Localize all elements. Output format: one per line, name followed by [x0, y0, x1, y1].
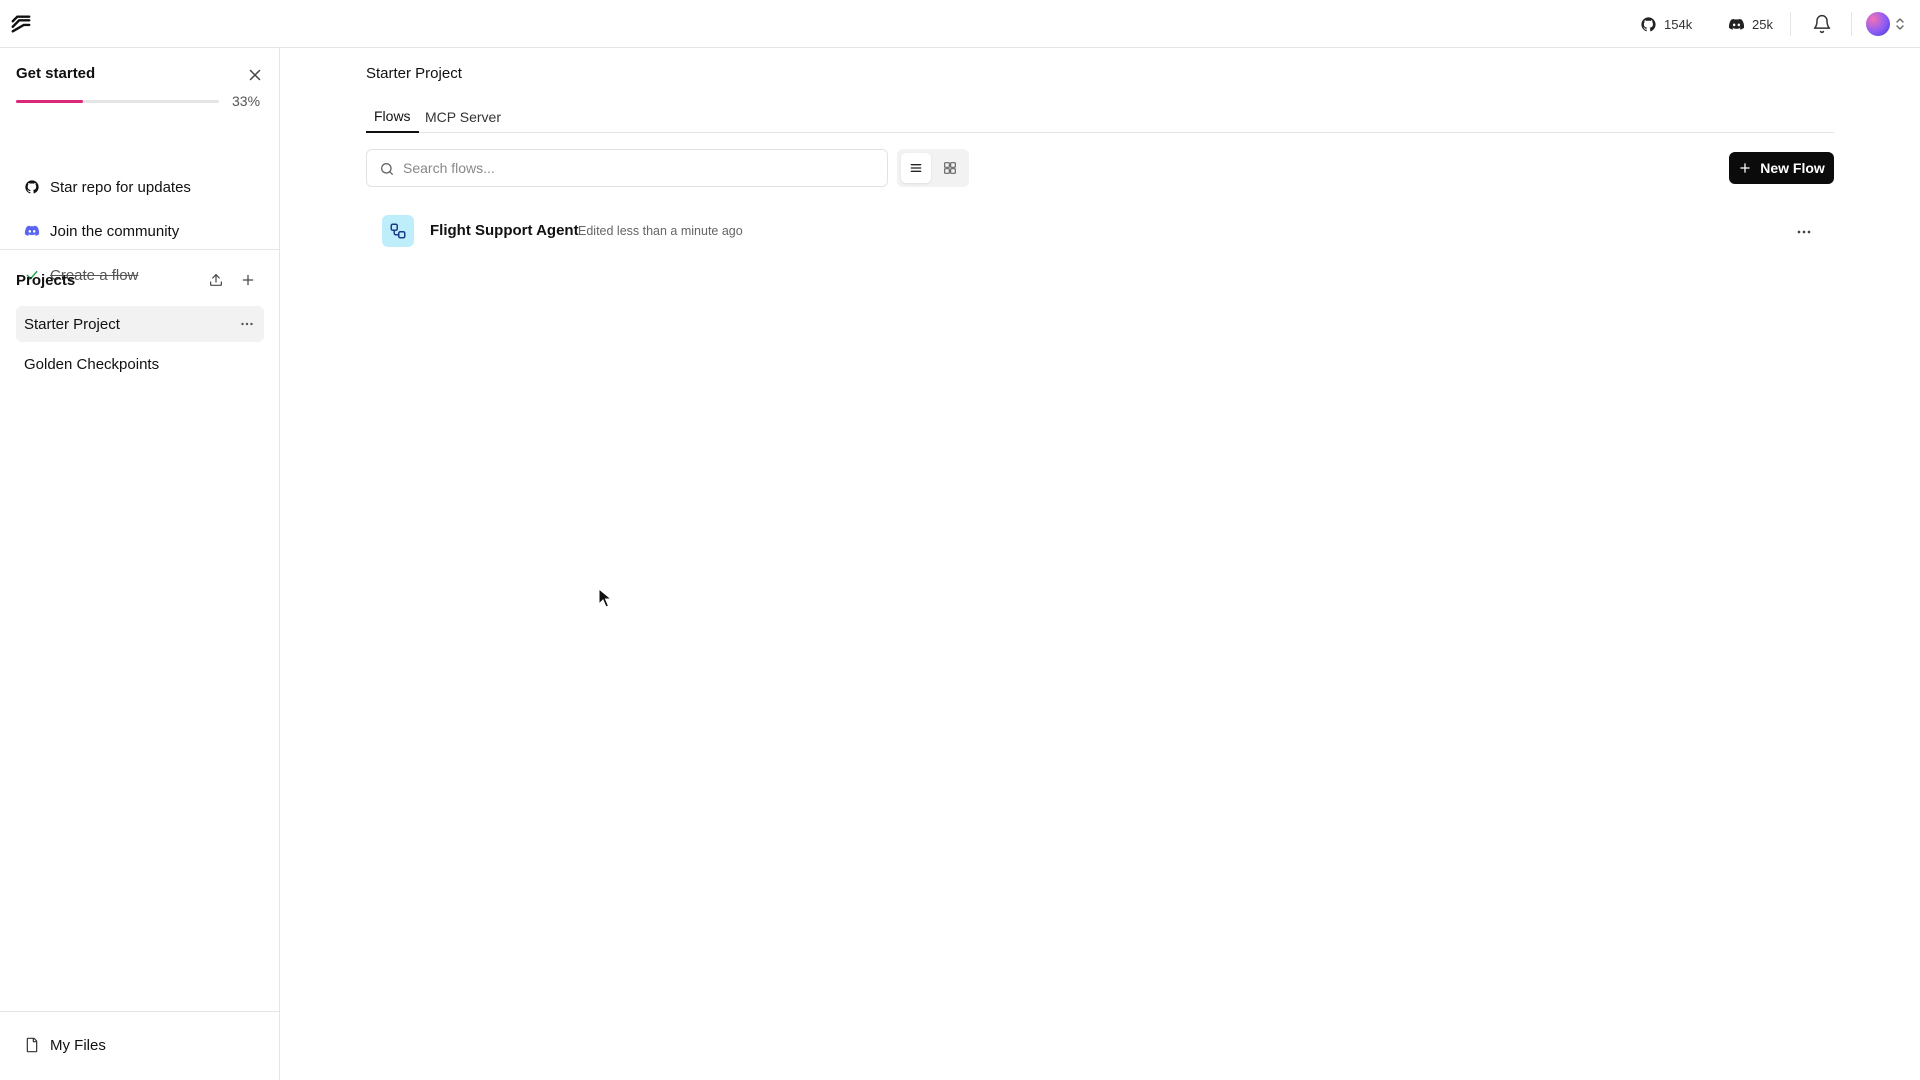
mouse-cursor-icon — [598, 588, 612, 608]
flow-list-item[interactable]: Flight Support Agent Edited less than a … — [366, 208, 1834, 254]
new-flow-button[interactable]: New Flow — [1729, 152, 1834, 184]
close-icon[interactable] — [246, 66, 264, 84]
list-view-button[interactable] — [901, 153, 931, 183]
sidebar-divider — [0, 249, 280, 250]
plus-icon — [1740, 163, 1750, 173]
join-community-label: Join the community — [50, 222, 180, 240]
progress-percent: 33% — [232, 93, 261, 109]
join-community-item[interactable]: Join the community — [16, 215, 264, 247]
discord-icon — [1728, 18, 1745, 30]
file-icon — [26, 1037, 38, 1053]
project-item-label: Starter Project — [24, 315, 120, 333]
grid-view-button[interactable] — [935, 153, 965, 183]
langflow-logo-icon[interactable] — [10, 13, 32, 35]
project-item-golden-checkpoints[interactable]: Golden Checkpoints — [16, 346, 264, 382]
star-repo-item[interactable]: Star repo for updates — [16, 171, 264, 203]
project-item-starter-project[interactable]: Starter Project — [16, 306, 264, 342]
workflow-icon — [390, 223, 406, 239]
upload-icon — [210, 274, 222, 286]
tab-label: MCP Server — [425, 108, 501, 125]
discord-members-button[interactable]: 25k — [1728, 14, 1773, 34]
page-title: Starter Project — [366, 65, 462, 82]
top-bar: 154k 25k — [0, 0, 1920, 48]
search-input[interactable] — [403, 160, 863, 176]
github-icon — [25, 180, 39, 194]
discord-icon — [24, 225, 40, 236]
header-divider — [1851, 12, 1852, 36]
sidebar-footer-divider — [0, 1011, 280, 1012]
add-project-button[interactable] — [237, 269, 259, 291]
search-icon — [381, 163, 393, 175]
upload-project-button[interactable] — [205, 269, 227, 291]
my-files-link[interactable]: My Files — [16, 1029, 106, 1061]
tab-label: Flows — [374, 107, 411, 124]
projects-title: Projects — [16, 272, 76, 289]
github-icon — [1641, 16, 1656, 31]
get-started-title: Get started — [16, 65, 96, 82]
more-horizontal-icon[interactable] — [238, 315, 256, 333]
view-toggle — [897, 149, 969, 187]
get-started-progress-bar — [16, 100, 219, 103]
user-avatar[interactable] — [1866, 12, 1890, 36]
github-stars-count: 154k — [1664, 16, 1693, 32]
discord-members-count: 25k — [1752, 16, 1773, 32]
tab-bar: Flows MCP Server — [366, 100, 1834, 133]
my-files-label: My Files — [50, 1036, 106, 1054]
progress-fill — [16, 100, 83, 103]
project-item-label: Golden Checkpoints — [24, 355, 160, 373]
bell-icon[interactable] — [1812, 14, 1832, 34]
new-flow-label: New Flow — [1760, 160, 1825, 176]
more-horizontal-icon[interactable] — [1794, 222, 1814, 242]
flow-edited-time: Edited less than a minute ago — [578, 224, 743, 238]
list-icon — [910, 164, 922, 172]
header-divider — [1790, 12, 1791, 36]
chevron-up-down-icon[interactable] — [1894, 16, 1906, 32]
github-stars-button[interactable]: 154k — [1640, 14, 1692, 34]
tab-mcp-server[interactable]: MCP Server — [417, 100, 509, 133]
flow-name: Flight Support Agent — [430, 222, 579, 239]
plus-icon — [242, 274, 254, 286]
star-repo-label: Star repo for updates — [50, 178, 191, 196]
flow-icon — [382, 215, 414, 247]
search-box[interactable] — [366, 149, 888, 187]
tab-flows[interactable]: Flows — [366, 100, 419, 133]
grid-icon — [944, 162, 956, 174]
sidebar: Get started 33% Star repo for updates Jo… — [0, 48, 280, 1080]
